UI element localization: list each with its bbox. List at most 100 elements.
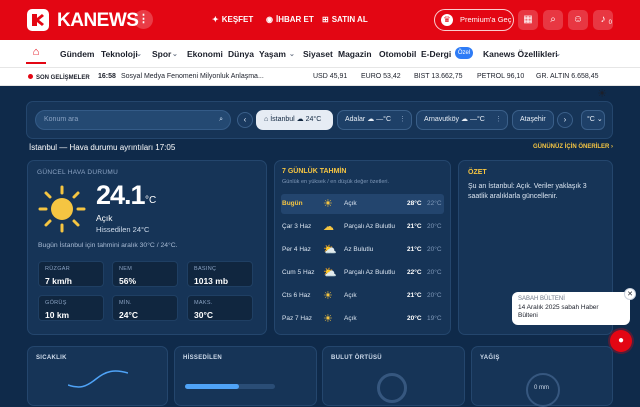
nav-link-satin-al[interactable]: ⊞ SATIN AL [322, 15, 368, 24]
city-chip-adalar[interactable]: Adalar ☁ —°C ⋮ [337, 110, 412, 130]
nav-link-kesfet[interactable]: ✦ KEŞFET [212, 15, 253, 24]
market-euro: EURO 53,42 [361, 73, 401, 80]
cloud-icon: ☁ [296, 116, 304, 123]
sun-icon: ☀ [323, 290, 333, 302]
nav-gundem[interactable]: Gündem [60, 49, 94, 59]
sparkle-icon: ✦ [212, 15, 219, 24]
temperature-panel: SICAKLIK [27, 346, 168, 406]
home-icon[interactable]: ⌂ [26, 46, 46, 64]
panel-label: BULUT ÖRTÜSÜ [331, 355, 382, 361]
forecast-desc: Parçalı Az Bulutlu [344, 223, 395, 230]
kanews-logo[interactable] [27, 9, 49, 31]
nav-siyaset[interactable]: Siyaset [303, 49, 333, 59]
temperature-unit: °C [145, 195, 157, 206]
city-chip-arnavutkoy[interactable]: Arnavutköy ☁ —°C ⋮ [416, 110, 508, 130]
breaking-news-ticker: SON GELİŞMELER 16:58 Sosyal Medya Fenome… [0, 68, 640, 86]
chevron-down-icon[interactable]: ⌄ [136, 50, 142, 58]
theme-toggle-sun-icon[interactable]: ☀ [594, 86, 610, 102]
forecast-row: Paz 7 Haz ☀ Açık 20°C 19°C [281, 309, 444, 329]
nav-spor[interactable]: Spor [152, 49, 171, 59]
premium-button[interactable]: ♛ Premium'a Geç [434, 9, 514, 31]
news-toast[interactable]: SABAH BÜLTENİ 14 Aralık 2025 sabah Haber… [512, 292, 630, 325]
forecast-desc: Açık [344, 315, 357, 322]
forecast-day: Cum 5 Haz [282, 269, 315, 276]
forecast-desc: Az Bulutlu [344, 246, 374, 253]
market-petrol: PETROL 96,10 [477, 73, 525, 80]
chevron-down-icon[interactable]: ⌄ [289, 50, 295, 58]
partly-cloudy-icon: ⛅ [323, 244, 337, 256]
nav-ekonomi[interactable]: Ekonomi [187, 49, 223, 59]
stat-max: MAKS. 30°C [187, 295, 253, 321]
nav-magazin[interactable]: Magazin [338, 49, 372, 59]
kebab-menu-icon[interactable]: ⋮ [134, 10, 153, 29]
nav-link-ihbar[interactable]: ◉ İHBAR ET [266, 15, 314, 24]
sun-icon: ☀ [323, 198, 333, 210]
city-chip-istanbul[interactable]: ⌂ İstanbul ☁ 24°C [256, 110, 333, 130]
close-icon[interactable]: ✕ [624, 288, 636, 300]
ticker-time: 16:58 [98, 73, 116, 80]
stat-wind: RÜZGAR 7 km/h [38, 261, 104, 287]
precipitation-panel: YAĞIŞ 0 mm [471, 346, 613, 407]
forecast-high: 21°C [407, 223, 422, 230]
nav-kanews-ozellikleri[interactable]: Kanews Özellikleri [483, 49, 558, 59]
search-icon: ⌕ [219, 116, 223, 123]
forecast-day: Per 4 Haz [282, 246, 311, 253]
nav-dunya[interactable]: Dünya [228, 49, 254, 59]
user-icon[interactable]: ☺ [568, 10, 588, 30]
market-gold: GR. ALTIN 6.658,45 [536, 73, 599, 80]
forecast-desc: Açık [344, 200, 357, 207]
grid-icon[interactable]: ▦ [518, 10, 538, 30]
location-search-input[interactable]: Konum ara ⌕ [35, 110, 231, 130]
feels-like-panel: HİSSEDİLEN [174, 346, 317, 406]
city-chip-atasehir[interactable]: Ataşehir [512, 110, 554, 130]
brand-name[interactable]: KANEWS [57, 10, 139, 32]
toast-kicker: SABAH BÜLTENİ [518, 296, 565, 302]
live-dot-icon [28, 74, 33, 79]
forecast-row: Per 4 Haz ⛅ Az Bulutlu 21°C 20°C [281, 240, 444, 260]
cloud-icon: ☁ [367, 116, 375, 123]
breaking-label: SON GELİŞMELER [28, 74, 90, 81]
forecast-day: Cts 6 Haz [282, 292, 311, 299]
page-title: İstanbul — Hava durumu ayrıntıları 17:05 [29, 143, 176, 152]
forecast-high: 21°C [407, 246, 422, 253]
unit-select[interactable]: °C ⌄ [581, 110, 605, 130]
forecast-day: Bugün [282, 200, 303, 207]
forecast-desc: Parçalı Az Bulutlu [344, 269, 395, 276]
feels-like-bar [185, 384, 275, 389]
forecast-row: Cts 6 Haz ☀ Açık 21°C 20°C [281, 286, 444, 306]
nav-teknoloji[interactable]: Teknoloji [101, 49, 138, 59]
more-icon[interactable]: ⋮ [399, 111, 406, 129]
forecast-subtitle: Günlük en yüksek / en düşük değer özetle… [282, 179, 390, 185]
panel-label: SICAKLIK [36, 355, 67, 361]
scroll-right-button[interactable]: › [557, 112, 573, 128]
precipitation-value: 0 mm [534, 385, 549, 391]
more-icon[interactable]: ⋮ [495, 111, 502, 129]
forecast-high: 20°C [407, 315, 422, 322]
search-icon[interactable]: ⌕ [543, 10, 563, 30]
forecast-high: 22°C [407, 269, 422, 276]
feels-like: Hissedilen 24°C [96, 225, 150, 234]
nav-otomobil[interactable]: Otomobil [379, 49, 416, 59]
forecast-desc: Açık [344, 292, 357, 299]
stat-humidity: NEM 56% [112, 261, 178, 287]
suggestions-link[interactable]: GÜNÜNÜZ İÇİN ÖNERİLER › [533, 144, 613, 150]
nav-e-dergi[interactable]: E-Dergi [421, 49, 451, 59]
nav-yasam[interactable]: Yaşam [259, 49, 286, 59]
summary-text: Şu an İstanbul: Açık. Veriler yaklaşık 3… [468, 183, 587, 200]
today-range: Bugün İstanbul için tahmini aralık 30°C … [38, 242, 178, 249]
stat-visibility: GÖRÜŞ 10 km [38, 295, 104, 321]
chevron-down-icon[interactable]: ⌄ [555, 50, 561, 58]
bell-icon[interactable]: ♪ 0 [593, 10, 613, 30]
toast-text: 14 Aralık 2025 sabah Haber Bülteni [518, 304, 599, 319]
stat-pressure: BASINÇ 1013 mb [187, 261, 253, 287]
feels-like-bar-fill [185, 384, 239, 389]
scroll-left-button[interactable]: ‹ [237, 112, 253, 128]
market-usd: USD 45,91 [313, 73, 348, 80]
forecast-low: 20°C [427, 269, 442, 276]
ticker-headline[interactable]: Sosyal Medya Fenomeni Milyonluk Anlaşma.… [121, 73, 264, 80]
forecast-row: Çar 3 Haz ☁ Parçalı Az Bulutlu 21°C 20°C [281, 217, 444, 237]
chevron-down-icon[interactable]: ⌄ [172, 50, 178, 58]
main-nav: ⌂ Gündem Teknoloji ⌄ Spor ⌄ Ekonomi Düny… [0, 40, 640, 100]
microphone-icon[interactable]: ● [610, 330, 632, 352]
sun-icon: ☀ [323, 313, 333, 325]
